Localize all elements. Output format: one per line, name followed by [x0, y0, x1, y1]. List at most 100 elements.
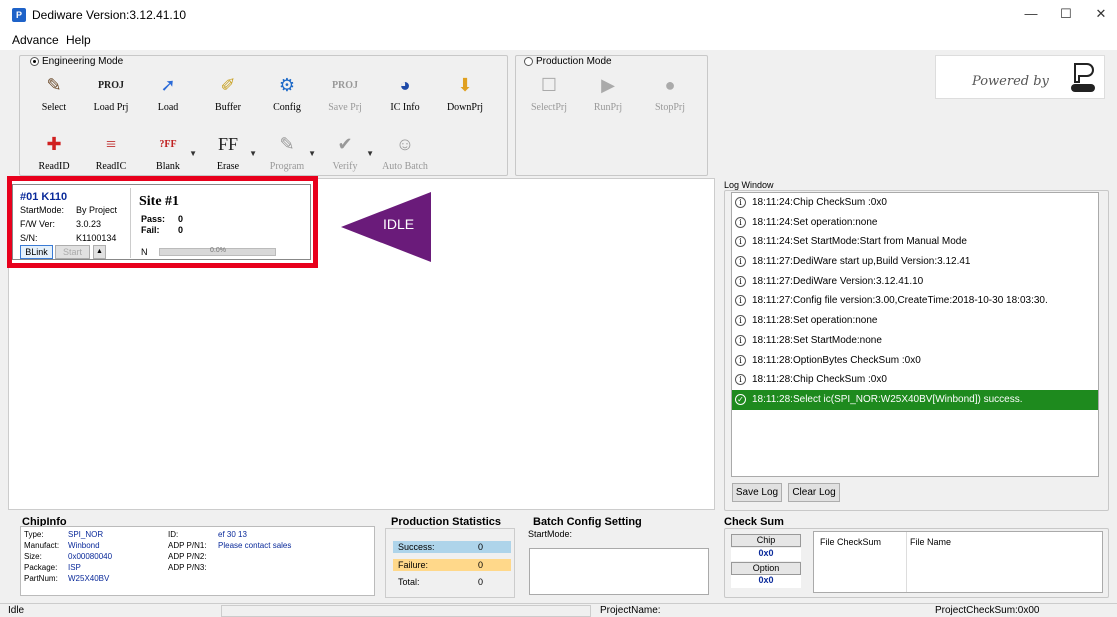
config-button[interactable]: ⚙ Config	[262, 72, 312, 114]
chipinfo-table: Type: SPI_NOR Manufact: Winbond Size: 0x…	[20, 526, 375, 596]
download-project-icon: ⬇	[457, 74, 473, 95]
toolbar-label: Erase	[216, 161, 240, 172]
status-text: Idle	[8, 605, 25, 616]
load-icon: ➚	[160, 74, 176, 95]
success-row: Success: 0	[393, 541, 511, 553]
type-label: Type:	[24, 530, 44, 539]
info-icon: i	[735, 216, 746, 228]
dropdown-arrow-icon[interactable]: ▼	[308, 149, 316, 158]
chip-checksum-label: Chip	[731, 534, 801, 547]
info-icon: i	[735, 354, 746, 366]
runprj-button[interactable]: ▶ RunPrj	[583, 72, 633, 114]
run-project-icon: ▶	[601, 74, 615, 95]
toolbar-label: RunPrj	[593, 102, 623, 113]
blank-button[interactable]: ?FF Blank ▼	[143, 131, 197, 173]
batch-startmode-field[interactable]	[529, 548, 709, 595]
toolbar-label: Buffer	[215, 102, 241, 113]
failure-label: Failure:	[398, 560, 429, 570]
site-status: IDLE	[383, 216, 415, 232]
save-log-button[interactable]: Save Log	[732, 483, 782, 502]
info-icon: i	[735, 275, 746, 287]
erase-icon: FF	[217, 133, 239, 154]
log-entry-text: 18:11:28:Select ic(SPI_NOR:W25X40BV[Winb…	[752, 393, 1023, 405]
close-button[interactable]: ✕	[1086, 6, 1116, 24]
info-icon: i	[735, 374, 746, 386]
info-icon: i	[735, 295, 746, 307]
package-label: Package:	[24, 563, 58, 572]
id-value: ef 30 13	[218, 530, 247, 539]
selectprj-button[interactable]: ☐ SelectPrj	[524, 72, 574, 114]
toolbar-label: IC Info	[390, 102, 420, 113]
production-mode-radio[interactable]: Production Mode	[524, 56, 612, 67]
ic-info-icon: ◕	[399, 74, 411, 95]
ic-info-button[interactable]: ◕ IC Info	[380, 72, 430, 114]
buffer-button[interactable]: ✐ Buffer	[203, 72, 253, 114]
log-entry: i 18:11:28:Set operation:none	[732, 311, 1098, 331]
minimize-button[interactable]: —	[1016, 6, 1046, 24]
menu-help[interactable]: Help	[66, 33, 91, 47]
partnum-value: W25X40BV	[68, 574, 110, 583]
log-entry: i 18:11:24:Chip CheckSum :0x0	[732, 193, 1098, 213]
total-label: Total:	[398, 577, 420, 587]
log-entry-text: 18:11:28:Set operation:none	[752, 315, 878, 327]
log-entry-text: 18:11:24:Set operation:none	[752, 216, 878, 228]
program-button[interactable]: ✎ Program ▼	[262, 131, 316, 173]
option-checksum-value: 0x0	[731, 575, 801, 588]
downprj-button[interactable]: ⬇ DownPrj	[440, 72, 490, 114]
menu-advance[interactable]: Advance	[12, 33, 59, 47]
id-label: ID:	[168, 530, 179, 539]
select-button[interactable]: ✎ Select	[29, 72, 79, 114]
toolbar-label: DownPrj	[446, 102, 484, 113]
powered-by-text: Powered by	[972, 74, 1049, 89]
log-list[interactable]: i 18:11:24:Chip CheckSum :0x0 i 18:11:24:Se…	[731, 192, 1099, 477]
manufact-value: Winbond	[68, 541, 100, 550]
info-icon: i	[735, 315, 746, 327]
log-window-title: Log Window	[724, 180, 774, 190]
log-entry: i 18:11:27:Config file version:3.00,Creat…	[732, 291, 1098, 311]
verify-button[interactable]: ✔ Verify ▼	[320, 131, 375, 173]
log-entry: i 18:11:28:Set StartMode:none	[732, 331, 1098, 351]
stopprj-button[interactable]: ● StopPrj	[645, 72, 695, 114]
file-checksum-table: File CheckSum File Name	[813, 531, 1103, 593]
failure-count: 0	[478, 560, 484, 570]
load-prj-button[interactable]: PROJ Load Prj	[86, 72, 136, 114]
load-button[interactable]: ➚ Load	[143, 72, 193, 114]
save-prj-button[interactable]: PROJ Save Prj	[320, 72, 370, 114]
toolbar-label: Select	[41, 102, 67, 113]
read-id-icon: ✚	[46, 133, 62, 154]
toolbar-label: Load Prj	[93, 102, 129, 113]
engineering-mode-radio[interactable]: Engineering Mode	[30, 56, 123, 67]
maximize-button[interactable]: ☐	[1051, 6, 1081, 24]
read-ic-icon: ≡	[105, 133, 117, 154]
clear-log-button[interactable]: Clear Log	[788, 483, 840, 502]
readid-button[interactable]: ✚ ReadID	[29, 131, 79, 173]
log-entry-text: 18:11:27:DediWare Version:3.12.41.10	[752, 275, 924, 287]
option-checksum-label: Option	[731, 562, 801, 575]
manufact-label: Manufact:	[24, 541, 60, 550]
toolbar-label: Config	[273, 102, 301, 113]
toolbar-label: Blank	[156, 161, 180, 172]
dediprog-logo-icon	[1069, 62, 1097, 94]
success-count: 0	[478, 542, 484, 552]
save-project-icon: PROJ	[331, 79, 359, 91]
size-value: 0x00080040	[68, 552, 113, 561]
auto-batch-icon: ☺	[395, 133, 415, 154]
erase-button[interactable]: FF Erase ▼	[203, 131, 257, 173]
readic-button[interactable]: ≡ ReadIC	[86, 131, 136, 173]
auto-batch-button[interactable]: ☺ Auto Batch	[380, 131, 430, 173]
highlight-frame	[7, 176, 318, 268]
size-label: Size:	[24, 552, 42, 561]
toolbar-label: StopPrj	[654, 102, 685, 113]
production-statistics-title: Production Statistics	[391, 516, 502, 528]
toolbar-label: ReadID	[38, 161, 70, 172]
select-project-icon: ☐	[540, 74, 558, 95]
success-label: Success:	[398, 542, 435, 552]
dropdown-arrow-icon[interactable]: ▼	[249, 149, 257, 158]
dropdown-arrow-icon[interactable]: ▼	[366, 149, 374, 158]
dropdown-arrow-icon[interactable]: ▼	[189, 149, 197, 158]
buffer-icon: ✐	[220, 74, 236, 95]
status-project-name: ProjectName:	[600, 605, 661, 616]
chip-checksum-value: 0x0	[731, 548, 801, 561]
log-entry-text: 18:11:28:OptionBytes CheckSum :0x0	[752, 354, 921, 366]
wand-icon: ✎	[46, 74, 62, 95]
